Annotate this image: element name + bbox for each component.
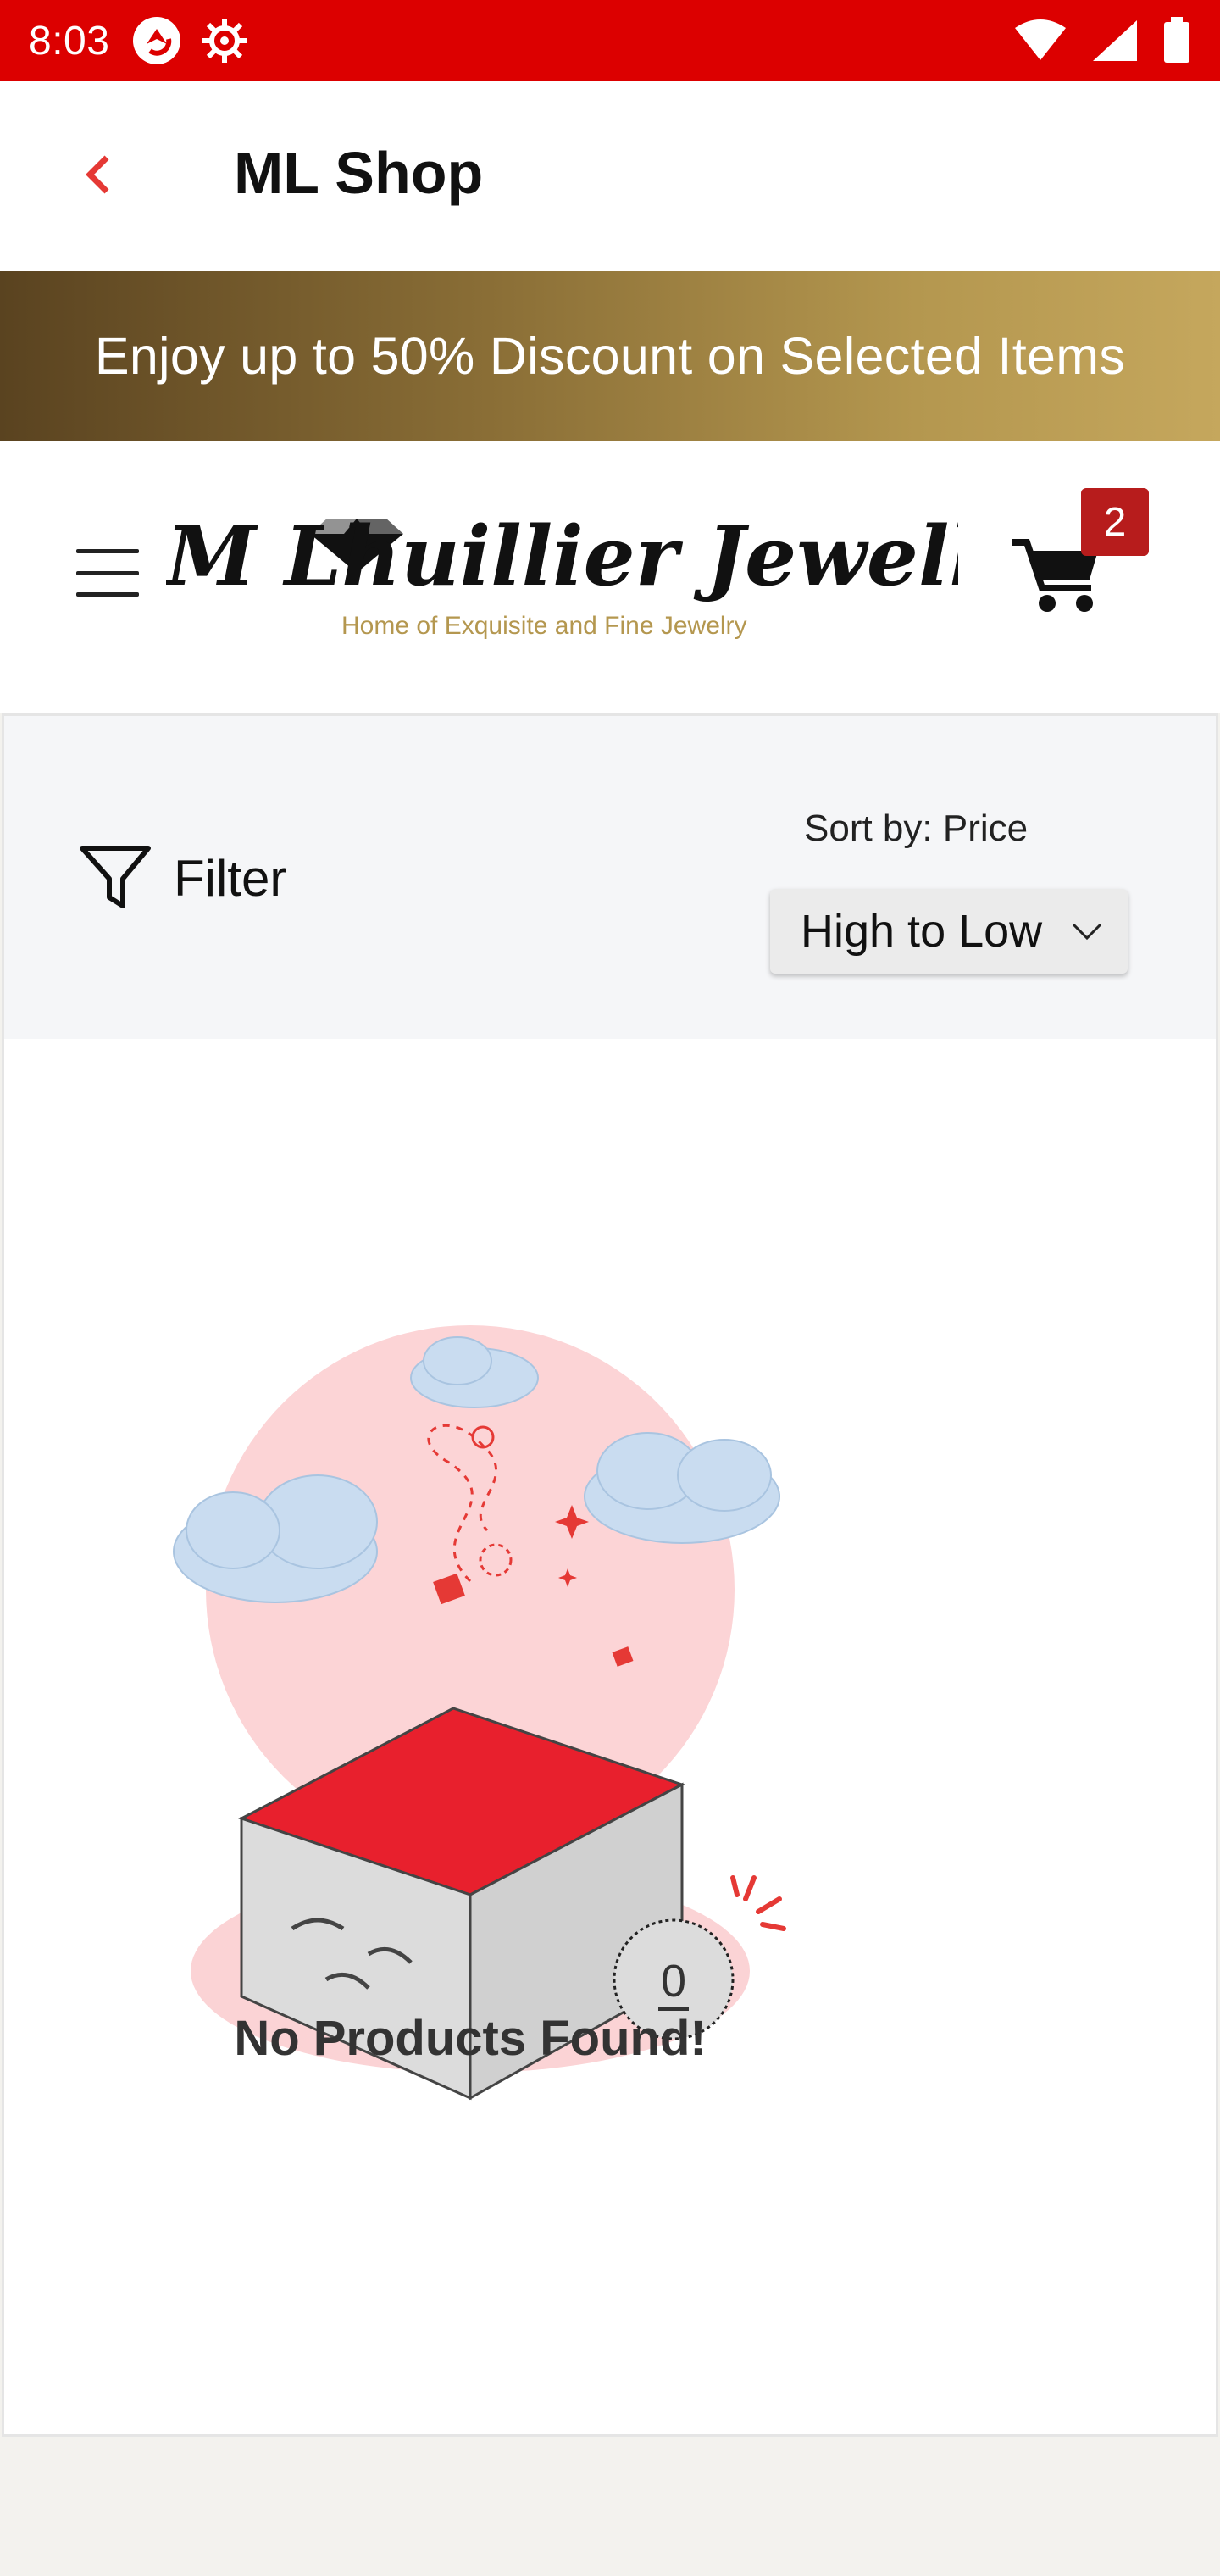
status-time: 8:03 <box>29 18 110 64</box>
menu-line <box>76 549 139 553</box>
app-icon <box>133 17 181 64</box>
app-title: ML Shop <box>234 140 484 206</box>
sort-value: High to Low <box>801 906 1043 957</box>
sort-dropdown[interactable]: High to Low <box>770 889 1128 974</box>
store-header: M Lhuillier Jewellers Home of Exquisite … <box>0 441 1220 713</box>
cart-count-badge: 2 <box>1081 488 1149 556</box>
filter-label: Filter <box>174 849 287 907</box>
menu-button[interactable] <box>76 549 139 597</box>
store-logo[interactable]: M Lhuillier Jewellers Home of Exquisite … <box>164 500 1121 644</box>
status-bar: 8:03 <box>0 0 1220 81</box>
battery-icon <box>1164 17 1190 63</box>
app-bar: ML Shop <box>0 81 1220 271</box>
chevron-left-icon <box>86 155 109 194</box>
promo-banner[interactable]: Enjoy up to 50% Discount on Selected Ite… <box>0 271 1220 441</box>
chevron-down-icon <box>1072 923 1102 941</box>
promo-text: Enjoy up to 50% Discount on Selected Ite… <box>94 327 1126 385</box>
status-left-icons <box>130 14 250 68</box>
back-button[interactable] <box>71 147 125 202</box>
menu-line <box>76 570 139 575</box>
signal-icon <box>1093 20 1137 61</box>
empty-message: No Products Found! <box>234 2011 707 2066</box>
product-list: 0 No Products Found! <box>2 1039 1218 2437</box>
logo-image: M Lhuillier Jewellers Home of Exquisite … <box>164 508 1121 640</box>
wifi-icon <box>1015 19 1066 60</box>
logo-title: M Lhuillier Jewellers <box>166 508 958 604</box>
settings-icon <box>202 19 247 63</box>
filter-button[interactable]: Filter <box>79 843 286 913</box>
zero-badge-text: 0 <box>661 1956 686 2007</box>
logo-tagline: Home of Exquisite and Fine Jewelry <box>341 612 747 640</box>
status-right-icons <box>1013 17 1191 64</box>
sort-label: Sort by: Price <box>804 808 1029 849</box>
filter-icon <box>80 846 151 908</box>
product-toolbar: Filter Sort by: Price High to Low <box>2 713 1218 1039</box>
menu-line <box>76 592 139 597</box>
